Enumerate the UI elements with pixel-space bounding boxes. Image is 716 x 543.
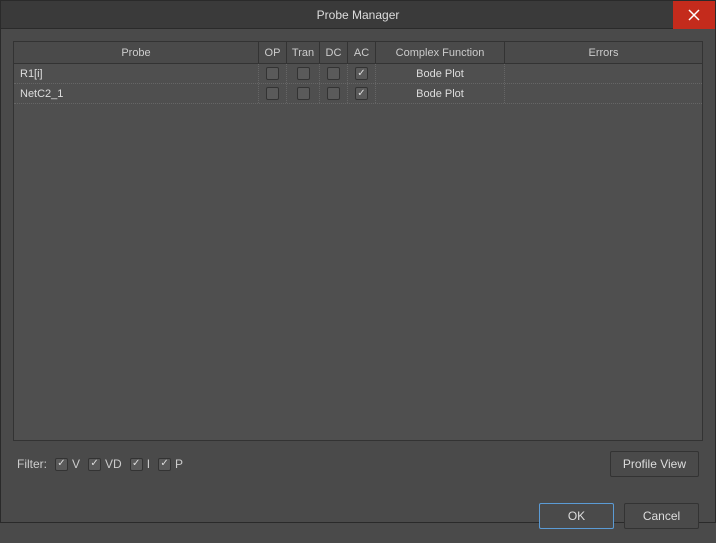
probes-table: Probe OP Tran DC AC Complex Function Err… (13, 41, 703, 441)
filter-vd-label: VD (105, 457, 122, 471)
header-errors[interactable]: Errors (505, 42, 702, 63)
header-op[interactable]: OP (259, 42, 287, 63)
cell-tran (287, 84, 320, 103)
cell-ac (348, 84, 376, 103)
cell-dc (320, 84, 348, 103)
filter-v-label: V (72, 457, 80, 471)
profile-view-button[interactable]: Profile View (610, 451, 699, 477)
cell-tran (287, 64, 320, 83)
header-probe[interactable]: Probe (14, 42, 259, 63)
cell-probe[interactable]: NetC2_1 (14, 84, 259, 103)
filter-p-label: P (175, 457, 183, 471)
cell-complex[interactable]: Bode Plot (376, 84, 505, 103)
tran-checkbox[interactable] (297, 67, 310, 80)
filter-i-label: I (147, 457, 150, 471)
ok-button[interactable]: OK (539, 503, 614, 529)
header-ac[interactable]: AC (348, 42, 376, 63)
op-checkbox[interactable] (266, 87, 279, 100)
filter-p-checkbox[interactable] (158, 458, 171, 471)
cell-dc (320, 64, 348, 83)
tran-checkbox[interactable] (297, 87, 310, 100)
titlebar: Probe Manager (1, 1, 715, 29)
cell-op (259, 64, 287, 83)
close-icon (688, 9, 700, 21)
dc-checkbox[interactable] (327, 67, 340, 80)
filter-label: Filter: (17, 457, 47, 471)
cell-errors (505, 84, 702, 103)
close-button[interactable] (673, 1, 715, 29)
ac-checkbox[interactable] (355, 87, 368, 100)
filter-v[interactable]: V (55, 457, 80, 471)
table-row[interactable]: NetC2_1 Bode Plot (14, 84, 702, 104)
header-dc[interactable]: DC (320, 42, 348, 63)
cell-op (259, 84, 287, 103)
window-title: Probe Manager (317, 8, 400, 22)
cell-errors (505, 64, 702, 83)
ac-checkbox[interactable] (355, 67, 368, 80)
filter-i-checkbox[interactable] (130, 458, 143, 471)
table-row[interactable]: R1[i] Bode Plot (14, 64, 702, 84)
header-complex[interactable]: Complex Function (376, 42, 505, 63)
filter-vd[interactable]: VD (88, 457, 122, 471)
filter-row: Filter: V VD I P Profile View (13, 441, 703, 477)
filter-vd-checkbox[interactable] (88, 458, 101, 471)
cancel-button[interactable]: Cancel (624, 503, 699, 529)
dialog-buttons: OK Cancel (1, 489, 715, 543)
cell-ac (348, 64, 376, 83)
cell-probe[interactable]: R1[i] (14, 64, 259, 83)
dc-checkbox[interactable] (327, 87, 340, 100)
cell-complex[interactable]: Bode Plot (376, 64, 505, 83)
filter-i[interactable]: I (130, 457, 150, 471)
table-header-row: Probe OP Tran DC AC Complex Function Err… (14, 42, 702, 64)
op-checkbox[interactable] (266, 67, 279, 80)
filter-p[interactable]: P (158, 457, 183, 471)
filter-v-checkbox[interactable] (55, 458, 68, 471)
header-tran[interactable]: Tran (287, 42, 320, 63)
